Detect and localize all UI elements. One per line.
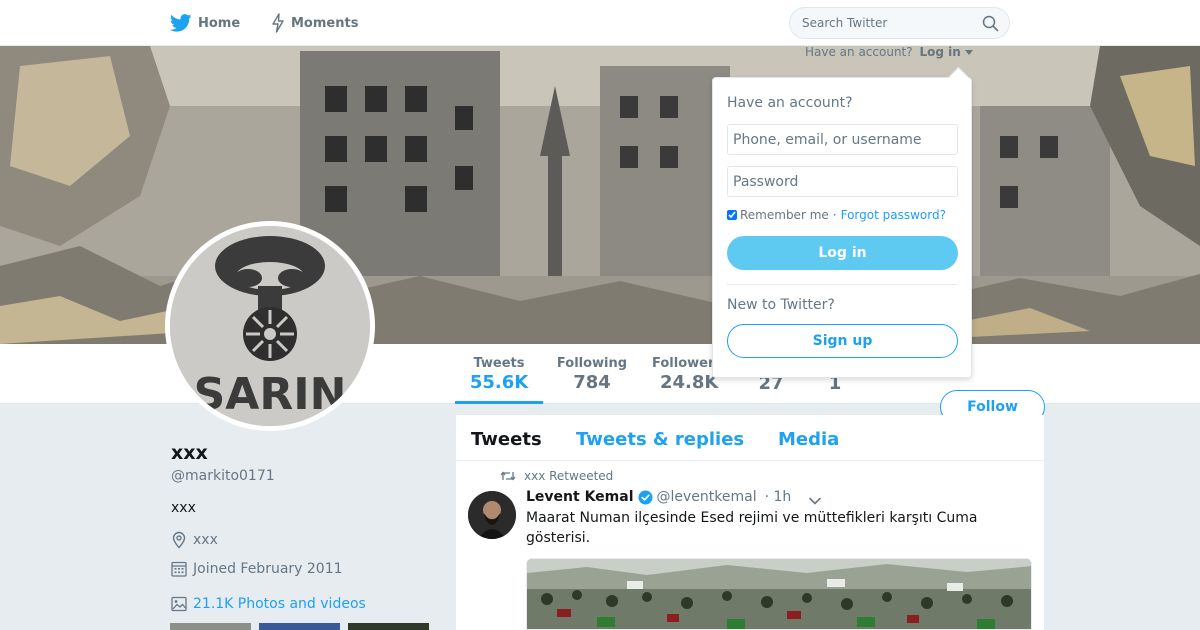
tab-tweets[interactable]: Tweets — [471, 429, 542, 450]
nav-home-label: Home — [198, 15, 241, 31]
stat-value: 55.6K — [469, 372, 529, 393]
profile-handle[interactable]: @markito0171 — [171, 468, 275, 484]
tweet-separator: · — [764, 489, 770, 505]
password-field[interactable] — [727, 166, 958, 197]
remember-separator: · — [832, 208, 837, 222]
tweet-author-avatar[interactable] — [468, 491, 516, 539]
avatar-image: SARIN — [170, 226, 370, 426]
profile-bio: xxx — [171, 500, 196, 516]
remember-me-label: Remember me — [740, 208, 829, 222]
lightning-icon — [271, 13, 285, 33]
tab-media[interactable]: Media — [778, 429, 839, 450]
profile-location-text: xxx — [193, 532, 218, 548]
tweet-text: Maarat Numan ilçesinde Esed rejimi ve mü… — [526, 510, 978, 546]
login-link-label: Log in — [919, 45, 961, 59]
divider — [727, 284, 958, 285]
location-pin-icon — [171, 531, 189, 549]
profile-avatar[interactable]: SARIN — [165, 221, 375, 431]
signup-button[interactable]: Sign up — [727, 324, 958, 358]
login-prompt: Have an account? Log in — [805, 45, 973, 59]
tweet-timestamp[interactable]: · 1h — [765, 489, 792, 505]
tweet-author-handle[interactable]: @leventkemal — [657, 489, 757, 505]
tweet-time: 1h — [773, 489, 792, 505]
retweet-context: xxx Retweeted — [500, 469, 613, 483]
login-link[interactable]: Log in — [919, 45, 973, 59]
calendar-icon — [171, 560, 189, 577]
stat-tweets[interactable]: Tweets 55.6K — [455, 344, 543, 404]
stat-label: Tweets — [473, 356, 525, 371]
caret-down-icon — [964, 45, 973, 59]
login-dropdown-title: Have an account? — [727, 95, 853, 111]
photo-thumbnails — [170, 623, 430, 630]
timeline: Tweets Tweets & replies Media xxx Retwee… — [456, 415, 1044, 630]
retweet-context-text: xxx Retweeted — [524, 469, 614, 483]
search-input[interactable] — [802, 8, 972, 38]
retweet-icon — [500, 470, 516, 482]
top-navigation-bar: Home Moments — [0, 0, 1200, 46]
tweet-header: Levent Kemal @leventkemal · 1h — [526, 489, 791, 505]
photo-thumbnail[interactable] — [170, 623, 251, 630]
twitter-bird-icon — [170, 14, 192, 32]
nav-moments-label: Moments — [291, 15, 359, 31]
tab-tweets-replies[interactable]: Tweets & replies — [576, 429, 744, 450]
photos-videos-link[interactable]: 21.1K Photos and videos — [171, 596, 366, 612]
username-field[interactable] — [727, 124, 958, 155]
tweet-author-name[interactable]: Levent Kemal — [526, 489, 634, 505]
avatar-stencil-text: SARIN — [194, 369, 347, 420]
tweet-media-image[interactable] — [526, 558, 1032, 630]
image-icon — [171, 596, 189, 612]
login-prompt-text: Have an account? — [805, 45, 913, 59]
stat-value: 784 — [573, 372, 611, 393]
new-to-twitter-label: New to Twitter? — [727, 297, 835, 313]
login-dropdown: Have an account? Remember me · Forgot pa… — [712, 77, 972, 378]
login-button[interactable]: Log in — [727, 236, 958, 270]
remember-row: Remember me · Forgot password? — [727, 208, 946, 222]
nav-home[interactable]: Home — [170, 0, 240, 46]
stat-label: Following — [556, 356, 628, 371]
photo-thumbnail[interactable] — [259, 623, 340, 630]
remember-me-checkbox[interactable] — [727, 210, 737, 220]
timeline-tabs: Tweets Tweets & replies Media — [456, 415, 1044, 461]
profile-location: xxx — [171, 531, 218, 549]
profile-name: xxx — [171, 442, 208, 464]
search-icon[interactable] — [982, 15, 999, 36]
photo-thumbnail[interactable] — [348, 623, 429, 630]
search-box — [789, 7, 1010, 39]
verified-badge-icon — [638, 490, 653, 505]
profile-join-date: Joined February 2011 — [171, 560, 343, 577]
forgot-password-link[interactable]: Forgot password? — [841, 208, 946, 222]
stat-following[interactable]: Following 784 — [553, 344, 631, 404]
profile-join-text: Joined February 2011 — [193, 560, 343, 577]
photos-videos-label: 21.1K Photos and videos — [193, 596, 366, 612]
nav-moments[interactable]: Moments — [271, 0, 358, 46]
